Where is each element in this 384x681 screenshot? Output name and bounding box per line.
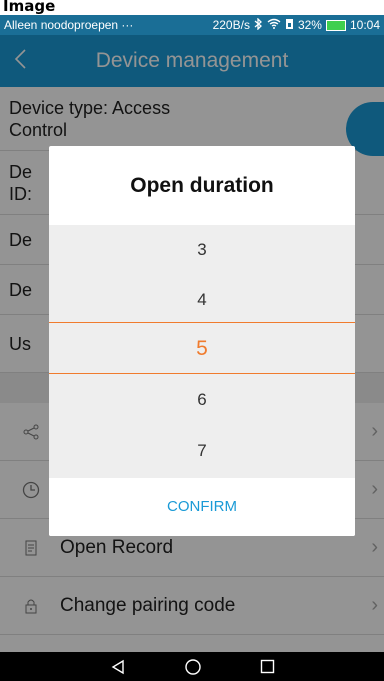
picker-top-divider	[49, 322, 355, 323]
confirm-button[interactable]: CONFIRM	[49, 478, 355, 536]
sim-icon	[285, 18, 294, 33]
picker-option[interactable]: 7	[49, 426, 355, 476]
open-duration-dialog: Open duration 3 4 5 6 7 CONFIRM	[49, 146, 355, 536]
battery-percent: 32%	[297, 18, 322, 32]
recents-nav-icon[interactable]	[260, 659, 275, 674]
wifi-icon	[267, 18, 281, 32]
bluetooth-icon	[254, 16, 263, 33]
battery-icon	[325, 19, 346, 31]
picker-bottom-divider	[49, 373, 355, 374]
system-nav-bar	[0, 652, 384, 681]
picker-option[interactable]: 3	[49, 225, 355, 275]
network-speed: 220B/s	[212, 18, 250, 32]
status-bar: Alleen noodoproepen ··· 220B/s 32% 10:04	[0, 15, 384, 35]
back-nav-icon[interactable]	[110, 659, 126, 675]
duration-picker[interactable]: 3 4 5 6 7	[49, 225, 355, 478]
picker-selected-option[interactable]: 5	[49, 324, 355, 374]
picker-option[interactable]: 4	[49, 275, 355, 325]
clock: 10:04	[349, 18, 380, 32]
home-nav-icon[interactable]	[184, 658, 202, 676]
picker-option[interactable]: 6	[49, 375, 355, 425]
image-caption: Image	[0, 0, 384, 15]
dialog-title: Open duration	[130, 173, 274, 197]
carrier-text: Alleen noodoproepen ···	[4, 18, 134, 32]
